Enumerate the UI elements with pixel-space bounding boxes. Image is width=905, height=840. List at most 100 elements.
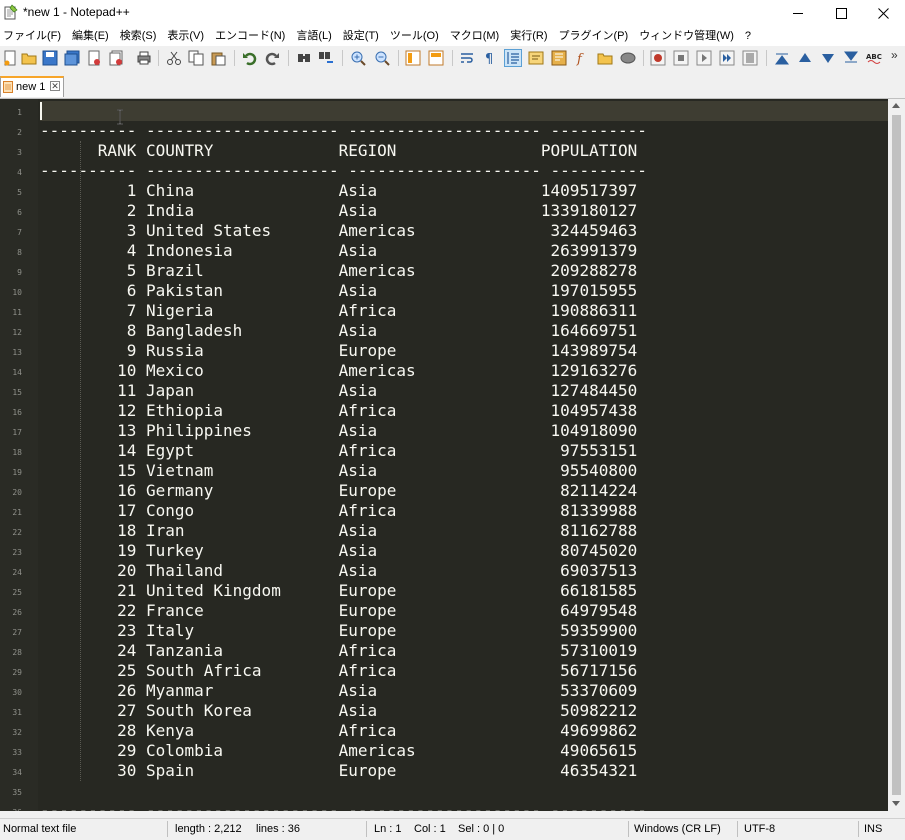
text-editor[interactable]: 1 2 3 4 5 6 7 8 9 10 11 12 13 14 15 16 17 18 19 20 21 22 23 24 2…	[0, 99, 888, 811]
code-line[interactable]: 17 Congo Africa 81339988	[40, 501, 880, 521]
open-file-icon[interactable]	[21, 50, 37, 66]
tab-new-1[interactable]: new 1 ✕	[0, 76, 64, 97]
macro-play-icon[interactable]	[696, 50, 712, 66]
word-wrap-icon[interactable]	[459, 50, 475, 66]
menu-window[interactable]: ウィンドウ管理(W)	[636, 26, 734, 46]
next-bookmark-icon[interactable]	[843, 50, 859, 66]
print-icon[interactable]	[136, 50, 152, 66]
code-line[interactable]: 7 Nigeria Africa 190886311	[40, 301, 880, 321]
macro-run-multiple-icon[interactable]	[719, 50, 735, 66]
code-line[interactable]: 14 Egypt Africa 97553151	[40, 441, 880, 461]
minimize-button[interactable]	[775, 0, 821, 26]
menu-encoding[interactable]: エンコード(N)	[212, 26, 285, 46]
maximize-button[interactable]	[818, 0, 864, 26]
scrollbar-thumb[interactable]	[892, 115, 901, 795]
code-line[interactable]: 11 Japan Asia 127484450	[40, 381, 880, 401]
tab-close-icon[interactable]: ✕	[50, 81, 60, 91]
code-line[interactable]	[40, 781, 880, 801]
code-line[interactable]: 25 South Africa Africa 56717156	[40, 661, 880, 681]
zoom-out-icon[interactable]	[374, 50, 390, 66]
code-line[interactable]: ---------- -------------------- --------…	[40, 121, 880, 141]
menu-view[interactable]: 表示(V)	[164, 26, 204, 46]
code-line[interactable]: ---------- -------------------- --------…	[40, 161, 880, 181]
code-line[interactable]	[40, 101, 880, 121]
macro-stop-icon[interactable]	[673, 50, 689, 66]
code-line[interactable]: 5 Brazil Americas 209288278	[40, 261, 880, 281]
menu-run[interactable]: 実行(R)	[507, 26, 547, 46]
code-line[interactable]: 23 Italy Europe 59359900	[40, 621, 880, 641]
code-line[interactable]: 2 India Asia 1339180127	[40, 201, 880, 221]
move-down-icon[interactable]	[820, 50, 836, 66]
macro-record-icon[interactable]	[650, 50, 666, 66]
code-line[interactable]: 13 Philippines Asia 104918090	[40, 421, 880, 441]
code-line[interactable]: 28 Kenya Africa 49699862	[40, 721, 880, 741]
menu-macro[interactable]: マクロ(M)	[447, 26, 500, 46]
paste-icon[interactable]	[210, 50, 226, 66]
vertical-scrollbar[interactable]	[888, 99, 905, 811]
previous-bookmark-icon[interactable]	[774, 50, 790, 66]
code-line[interactable]: 27 South Korea Asia 50982212	[40, 701, 880, 721]
code-line[interactable]: 8 Bangladesh Asia 164669751	[40, 321, 880, 341]
macro-save-icon[interactable]	[742, 50, 758, 66]
toolbar-overflow-icon[interactable]: »	[891, 48, 898, 62]
code-line[interactable]: 22 France Europe 64979548	[40, 601, 880, 621]
close-window-button[interactable]	[862, 0, 905, 26]
code-line[interactable]: 12 Ethiopia Africa 104957438	[40, 401, 880, 421]
code-line[interactable]: 30 Spain Europe 46354321	[40, 761, 880, 781]
function-list-icon[interactable]: f	[574, 50, 590, 66]
code-line[interactable]: 4 Indonesia Asia 263991379	[40, 241, 880, 261]
status-insert-mode[interactable]: INS	[864, 823, 882, 835]
new-file-icon[interactable]	[2, 50, 18, 66]
move-up-icon[interactable]	[797, 50, 813, 66]
scroll-up-icon[interactable]	[892, 103, 900, 108]
indent-guide-icon[interactable]	[504, 49, 522, 67]
folder-as-workspace-icon[interactable]	[597, 50, 613, 66]
cut-icon[interactable]	[166, 50, 182, 66]
code-line[interactable]: 1 China Asia 1409517397	[40, 181, 880, 201]
document-map-icon[interactable]	[551, 50, 567, 66]
monitoring-icon[interactable]	[620, 50, 636, 66]
menu-plugins[interactable]: プラグイン(P)	[556, 26, 629, 46]
menu-settings[interactable]: 設定(T)	[340, 26, 379, 46]
menu-search[interactable]: 検索(S)	[117, 26, 157, 46]
code-line[interactable]: 21 United Kingdom Europe 66181585	[40, 581, 880, 601]
status-encoding[interactable]: UTF-8	[744, 823, 775, 835]
code-line[interactable]: 6 Pakistan Asia 197015955	[40, 281, 880, 301]
status-eol-format[interactable]: Windows (CR LF)	[634, 823, 721, 835]
sync-horizontal-icon[interactable]	[428, 50, 444, 66]
menu-language[interactable]: 言語(L)	[293, 26, 331, 46]
save-icon[interactable]	[42, 50, 58, 66]
notepadpp-app-icon[interactable]	[4, 4, 18, 20]
code-line[interactable]: 26 Myanmar Asia 53370609	[40, 681, 880, 701]
replace-icon[interactable]	[318, 50, 334, 66]
code-line[interactable]: 20 Thailand Asia 69037513	[40, 561, 880, 581]
undo-icon[interactable]	[242, 50, 258, 66]
save-all-icon[interactable]	[64, 50, 80, 66]
code-line[interactable]: 10 Mexico Americas 129163276	[40, 361, 880, 381]
spell-check-icon[interactable]: ABC	[866, 50, 882, 66]
code-line[interactable]: 24 Tanzania Africa 57310019	[40, 641, 880, 661]
copy-icon[interactable]	[188, 50, 204, 66]
sync-vertical-icon[interactable]	[405, 50, 421, 66]
menu-help[interactable]: ?	[742, 26, 751, 46]
code-line[interactable]: 9 Russia Europe 143989754	[40, 341, 880, 361]
close-file-icon[interactable]	[86, 50, 102, 66]
code-line[interactable]: 3 United States Americas 324459463	[40, 221, 880, 241]
code-line[interactable]: 18 Iran Asia 81162788	[40, 521, 880, 541]
menu-edit[interactable]: 編集(E)	[69, 26, 109, 46]
user-defined-language-icon[interactable]	[528, 50, 544, 66]
menu-tools[interactable]: ツール(O)	[387, 26, 439, 46]
code-line[interactable]: 19 Turkey Asia 80745020	[40, 541, 880, 561]
menu-file[interactable]: ファイル(F)	[0, 26, 61, 46]
code-line[interactable]: ---------- -------------------- --------…	[40, 801, 880, 811]
show-all-characters-icon[interactable]: ¶	[481, 50, 497, 66]
code-line[interactable]: 29 Colombia Americas 49065615	[40, 741, 880, 761]
close-all-icon[interactable]	[108, 50, 124, 66]
code-line[interactable]: 16 Germany Europe 82114224	[40, 481, 880, 501]
zoom-in-icon[interactable]	[350, 50, 366, 66]
redo-icon[interactable]	[264, 50, 280, 66]
code-line[interactable]: 15 Vietnam Asia 95540800	[40, 461, 880, 481]
scroll-down-icon[interactable]	[892, 801, 900, 806]
code-line[interactable]: RANK COUNTRY REGION POPULATION	[40, 141, 880, 161]
find-icon[interactable]	[296, 50, 312, 66]
